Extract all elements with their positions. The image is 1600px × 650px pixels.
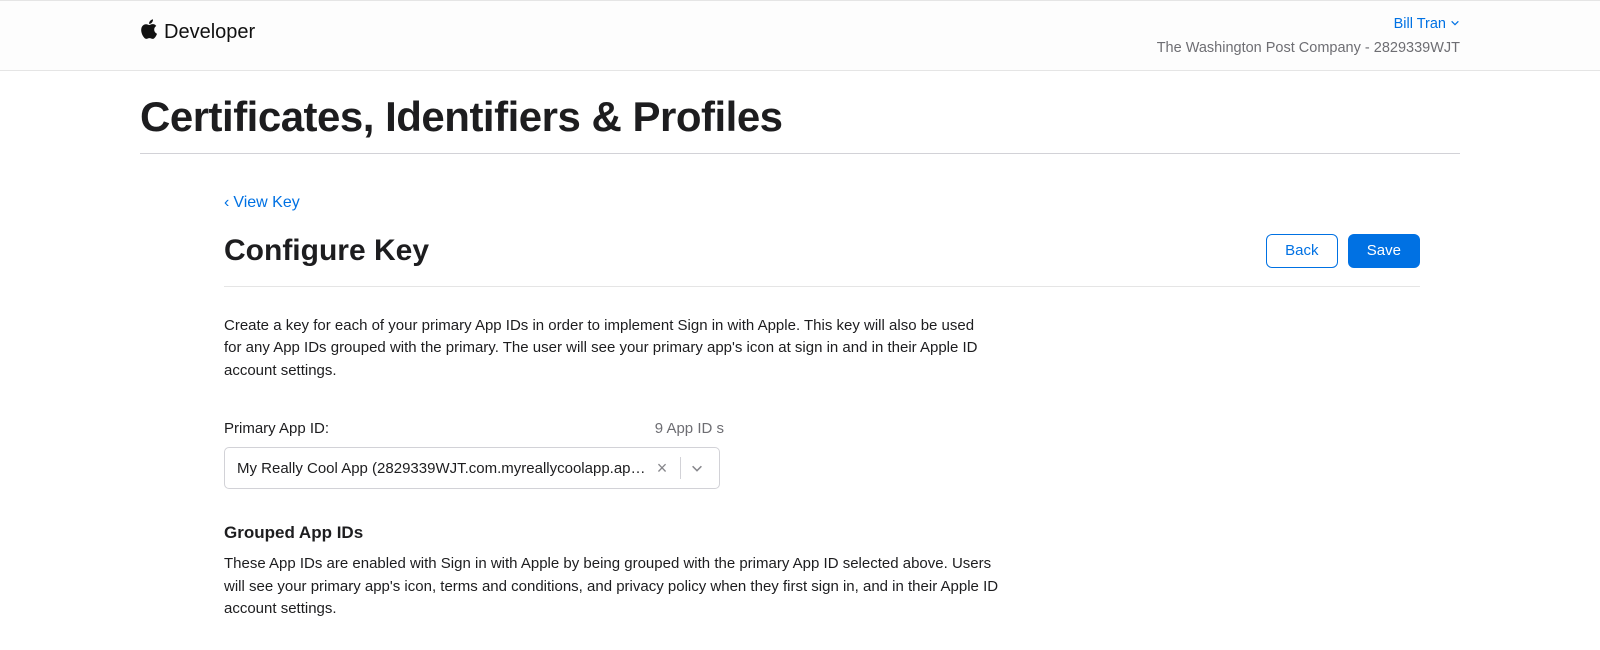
account-org-line: The Washington Post Company - 2829339WJT <box>1157 38 1460 60</box>
apple-logo-icon <box>140 19 158 45</box>
content: ‹ View Key Configure Key Back Save Creat… <box>180 154 1420 621</box>
account-user-dropdown[interactable]: Bill Tran <box>1394 14 1460 36</box>
primary-app-id-label: Primary App ID: <box>224 420 329 437</box>
brand-text: Developer <box>164 21 255 44</box>
top-bar: Developer Bill Tran The Washington Post … <box>0 0 1600 71</box>
select-value: My Really Cool App (2829339WJT.com.myrea… <box>237 460 648 477</box>
grouped-app-ids-description: These App IDs are enabled with Sign in w… <box>224 553 1004 621</box>
back-button[interactable]: Back <box>1266 234 1338 268</box>
save-button[interactable]: Save <box>1348 234 1420 268</box>
page-title-wrap: Certificates, Identifiers & Profiles <box>140 71 1460 154</box>
select-divider <box>680 457 681 479</box>
account-block: Bill Tran The Washington Post Company - … <box>1157 13 1460 60</box>
primary-app-id-select[interactable]: My Really Cool App (2829339WJT.com.myrea… <box>224 447 720 489</box>
page-title: Certificates, Identifiers & Profiles <box>140 93 1460 141</box>
button-row: Back Save <box>1266 234 1420 268</box>
section-header: Configure Key Back Save <box>224 234 1420 287</box>
clear-icon[interactable]: × <box>648 458 676 479</box>
app-id-count: 9 App ID s <box>655 420 724 437</box>
section-description: Create a key for each of your primary Ap… <box>224 315 984 383</box>
chevron-down-icon <box>1450 14 1460 36</box>
chevron-down-icon[interactable] <box>685 461 709 475</box>
account-user-name: Bill Tran <box>1394 14 1446 36</box>
grouped-app-ids-title: Grouped App IDs <box>224 523 1420 543</box>
section-title: Configure Key <box>224 234 429 268</box>
chevron-left-icon: ‹ <box>224 194 229 212</box>
back-link-label: View Key <box>233 194 299 212</box>
back-link[interactable]: ‹ View Key <box>224 194 300 212</box>
brand[interactable]: Developer <box>140 13 255 45</box>
primary-app-id-row: Primary App ID: 9 App ID s <box>224 420 724 437</box>
